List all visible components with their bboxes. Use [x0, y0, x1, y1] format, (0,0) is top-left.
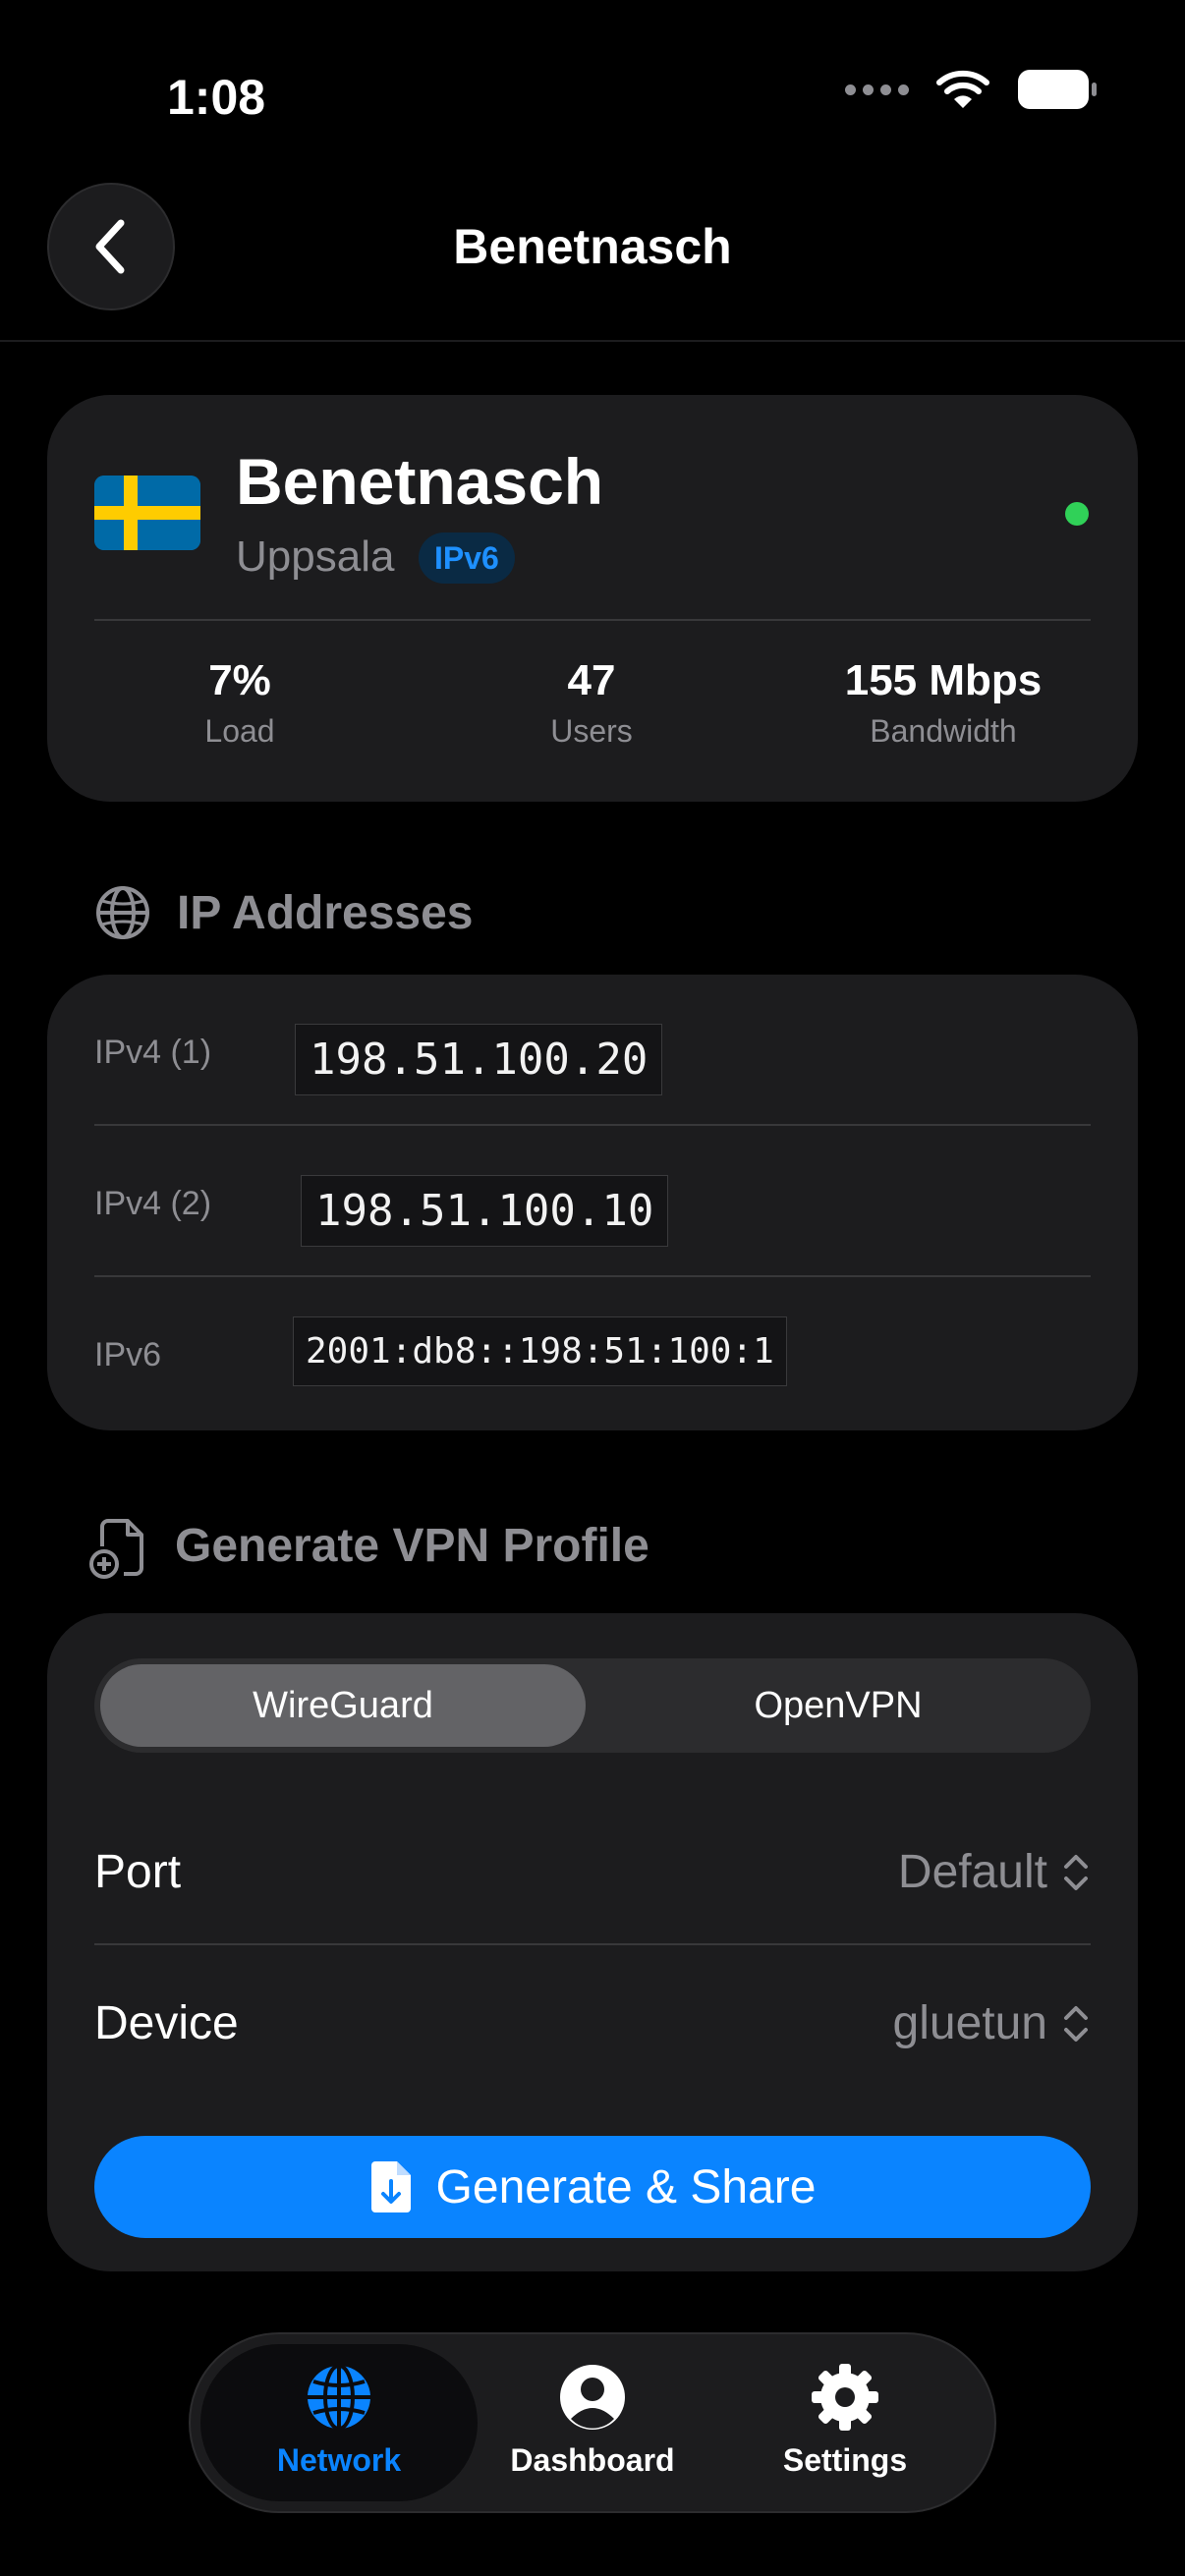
stat-bandwidth: 155 Mbps Bandwidth	[796, 656, 1091, 750]
stat-load: 7% Load	[92, 656, 387, 750]
stat-users: 47 Users	[444, 656, 739, 750]
port-label: Port	[94, 1846, 182, 1898]
port-picker[interactable]: Default	[898, 1845, 1091, 1899]
ip-section-title: IP Addresses	[177, 887, 474, 939]
segment-wireguard[interactable]: WireGuard	[100, 1664, 586, 1747]
ipv6-badge: IPv6	[419, 532, 515, 584]
status-time: 1:08	[167, 70, 266, 125]
online-status-indicator	[1065, 502, 1089, 526]
network-globe-icon	[96, 886, 149, 939]
stat-label: Bandwidth	[870, 713, 1017, 749]
stat-value: 47	[567, 656, 616, 704]
server-name: Benetnasch	[236, 445, 604, 518]
card-divider	[94, 619, 1091, 621]
ip-value[interactable]: 2001:db8::198:51:100:1	[293, 1316, 787, 1386]
ip-value[interactable]: 198.51.100.10	[301, 1175, 669, 1247]
server-city: Uppsala	[236, 532, 395, 581]
ip-value[interactable]: 198.51.100.20	[295, 1024, 663, 1095]
row-divider	[94, 1275, 1091, 1277]
cellular-dots-icon	[845, 84, 909, 95]
tab-label: Dashboard	[510, 2442, 675, 2478]
device-value: gluetun	[892, 1997, 1047, 2049]
wifi-icon	[936, 70, 989, 108]
nav-divider	[0, 340, 1185, 342]
tab-settings[interactable]: Settings	[727, 2362, 963, 2479]
vpn-section-title: Generate VPN Profile	[175, 1520, 649, 1572]
globe-icon	[308, 2364, 370, 2431]
gear-icon	[812, 2364, 878, 2431]
doc-download-icon	[370, 2161, 411, 2212]
port-value: Default	[897, 1846, 1047, 1898]
generate-share-label: Generate & Share	[435, 2160, 817, 2213]
tab-label: Network	[276, 2442, 402, 2478]
person-circle-icon	[560, 2365, 625, 2430]
stat-value: 7%	[208, 656, 271, 704]
status-indicators	[845, 69, 1098, 110]
generate-share-button[interactable]: Generate & Share	[94, 2136, 1091, 2238]
ip-row-label: IPv6	[94, 1336, 162, 1373]
doc-badge-plus-icon	[89, 1519, 143, 1579]
row-divider	[94, 1943, 1091, 1945]
stat-label: Users	[550, 713, 633, 749]
tab-network[interactable]: Network	[221, 2362, 457, 2479]
tab-label: Settings	[782, 2442, 908, 2478]
row-divider	[94, 1124, 1091, 1126]
tab-dashboard[interactable]: Dashboard	[475, 2362, 710, 2479]
device-label: Device	[94, 1997, 239, 2049]
stat-value: 155 Mbps	[844, 656, 1043, 704]
chevron-up-down-icon	[1064, 2005, 1088, 2042]
ip-row-label: IPv4 (1)	[94, 1034, 212, 1071]
segment-openvpn[interactable]: OpenVPN	[590, 1664, 1087, 1747]
chevron-up-down-icon	[1064, 1854, 1088, 1890]
sweden-flag-icon	[94, 476, 200, 550]
device-picker[interactable]: gluetun	[893, 1996, 1091, 2050]
ip-row-label: IPv4 (2)	[94, 1185, 212, 1222]
battery-icon	[1018, 70, 1097, 109]
stat-label: Load	[204, 713, 275, 749]
nav-title: Benetnasch	[453, 219, 732, 274]
